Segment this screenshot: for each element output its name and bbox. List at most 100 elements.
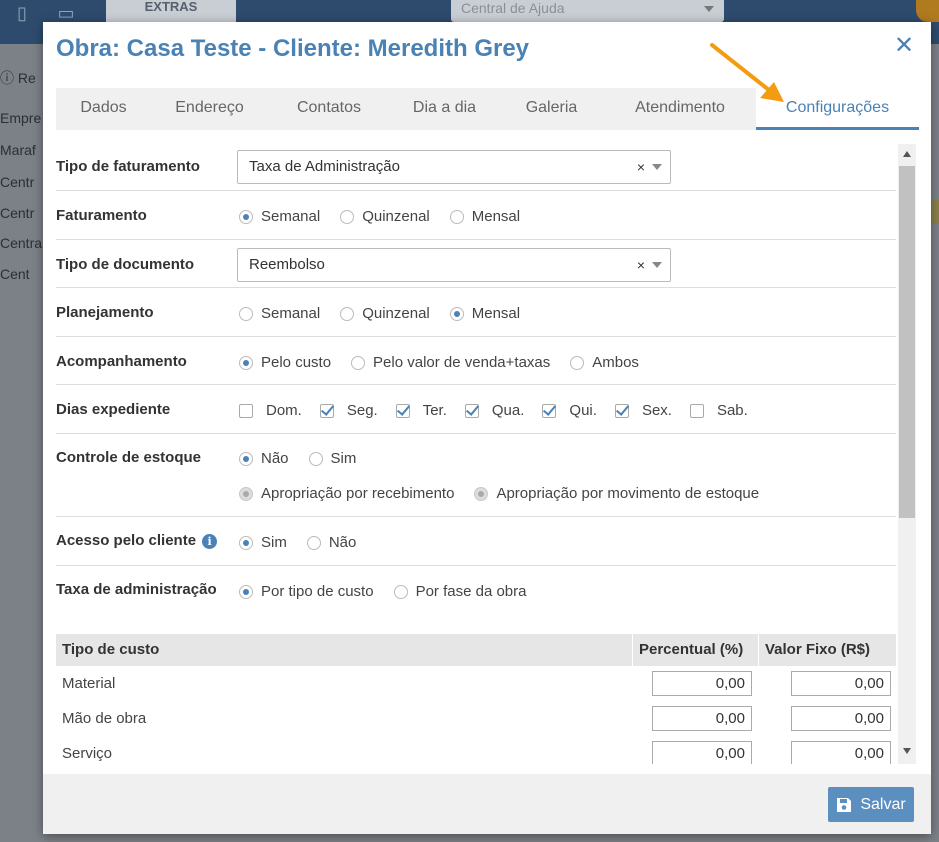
tab-contatos[interactable]: Contatos [268, 88, 390, 130]
radio-option[interactable]: Semanal [239, 208, 320, 225]
percentual-input[interactable]: 0,00 [652, 671, 752, 696]
radio-button[interactable] [449, 306, 464, 321]
day-option[interactable]: Ter. [395, 402, 447, 419]
day-option[interactable]: Qui. [542, 402, 597, 419]
field-label-text: Acesso pelo cliente [56, 532, 197, 549]
radio-option[interactable]: Pelo custo [239, 354, 331, 371]
background-sidebar: ⓘ Re Empre Maraf Centr Centr Centra Cent [0, 44, 44, 842]
tipo-documento-select[interactable]: Reembolso × [237, 248, 671, 282]
day-checkbox[interactable] [689, 403, 704, 418]
radio-option[interactable]: Pelo valor de venda+taxas [351, 354, 550, 371]
radio-option: Apropriação por recebimento [239, 485, 454, 502]
column-header: Tipo de custo [56, 634, 633, 666]
radio-option[interactable]: Por tipo de custo [239, 583, 374, 600]
radio-label: Pelo valor de venda+taxas [373, 354, 551, 371]
radio-option[interactable]: Quinzenal [340, 208, 430, 225]
radio-button[interactable] [340, 306, 355, 321]
scrollbar[interactable] [898, 144, 916, 764]
tab-galeria[interactable]: Galeria [499, 88, 604, 130]
radio-button[interactable] [239, 584, 253, 599]
row-acesso-cliente: 8 Acesso pelo clientei Sim Não [56, 517, 896, 566]
floppy-disk-icon [837, 797, 852, 812]
day-checkbox[interactable] [464, 403, 479, 418]
radio-button [474, 486, 489, 501]
background-item: Cent [0, 266, 30, 282]
tipo-faturamento-select[interactable]: Taxa de Administração × [237, 150, 671, 184]
radio-label: Sim [261, 534, 287, 551]
day-option[interactable]: Dom. [239, 402, 302, 419]
day-checkbox[interactable] [319, 403, 334, 418]
percentual-input[interactable]: 0,00 [652, 706, 752, 731]
row-tipo-documento: 3 Tipo de documento Reembolso × [56, 240, 896, 288]
radio-option[interactable]: Não [306, 534, 356, 551]
radio-option[interactable]: Sim [239, 534, 287, 551]
valor-fixo-input[interactable]: 0,00 [791, 706, 891, 731]
radio-button[interactable] [239, 306, 253, 321]
scroll-up-icon[interactable] [903, 151, 911, 157]
radio-option[interactable]: Sim [308, 450, 356, 467]
scroll-down-icon[interactable] [903, 748, 911, 754]
cost-type-name: Mão de obra [62, 710, 147, 727]
field-label: Taxa de administração [56, 581, 217, 598]
radio-label: Semanal [261, 208, 321, 225]
day-checkbox[interactable] [542, 403, 557, 418]
tab-dados[interactable]: Dados [56, 88, 151, 130]
radio-button[interactable] [393, 584, 408, 599]
day-option[interactable]: Seg. [319, 402, 378, 419]
day-label: Sab. [716, 402, 748, 419]
row-taxa-administracao: Taxa de administração Por tipo de custo … [56, 566, 896, 626]
table-row: Serviço 0,00 0,00 [56, 737, 896, 764]
radio-option: Apropriação por movimento de estoque [474, 485, 759, 502]
day-checkbox[interactable] [239, 403, 253, 418]
radio-option[interactable]: Ambos [570, 354, 639, 371]
radio-button[interactable] [340, 209, 355, 224]
radio-button[interactable] [449, 209, 464, 224]
day-option[interactable]: Sab. [689, 402, 748, 419]
day-checkbox[interactable] [395, 403, 410, 418]
row-tipo-faturamento: 1 Tipo de faturamento Taxa de Administra… [56, 142, 896, 191]
day-label: Seg. [346, 402, 378, 419]
radio-label: Pelo custo [261, 354, 332, 371]
radio-option[interactable]: Mensal [449, 208, 520, 225]
clear-icon[interactable]: × [637, 249, 645, 281]
radio-label: Apropriação por movimento de estoque [496, 485, 760, 502]
extras-menu: EXTRAS [106, 0, 236, 22]
radio-button[interactable] [351, 355, 366, 370]
info-icon[interactable]: i [202, 534, 218, 549]
row-acompanhamento: 5 Acompanhamento Pelo custo Pelo valor d… [56, 337, 896, 385]
radio-button[interactable] [239, 209, 253, 224]
radio-option[interactable]: Por fase da obra [393, 583, 526, 600]
radio-option[interactable]: Quinzenal [340, 305, 430, 322]
radio-button[interactable] [239, 535, 253, 550]
valor-fixo-input[interactable]: 0,00 [791, 671, 891, 696]
tab-endereco[interactable]: Endereço [151, 88, 268, 130]
day-option[interactable]: Qua. [464, 402, 524, 419]
radio-option[interactable]: Semanal [239, 305, 320, 322]
select-value: Reembolso [249, 256, 325, 273]
radio-option[interactable]: Mensal [449, 305, 521, 322]
percentual-input[interactable]: 0,00 [652, 741, 752, 764]
radio-button [239, 486, 253, 501]
radio-button[interactable] [239, 355, 253, 370]
radio-option[interactable]: Não [239, 450, 289, 467]
radio-label: Apropriação por recebimento [261, 485, 455, 502]
day-checkbox[interactable] [614, 403, 629, 418]
user-avatar [916, 0, 939, 22]
radio-button[interactable] [306, 535, 321, 550]
valor-fixo-input[interactable]: 0,00 [791, 741, 891, 764]
radio-label: Ambos [592, 354, 639, 371]
radio-label: Quinzenal [362, 208, 430, 225]
radio-button[interactable] [239, 451, 253, 466]
day-option[interactable]: Sex. [614, 402, 672, 419]
radio-button[interactable] [570, 355, 585, 370]
clear-icon[interactable]: × [637, 151, 645, 183]
modal-footer: Salvar [43, 774, 931, 834]
tab-dia-a-dia[interactable]: Dia a dia [390, 88, 499, 130]
background-item: Maraf [0, 142, 36, 158]
radio-label: Mensal [471, 305, 521, 322]
close-button[interactable]: ✕ [893, 34, 915, 58]
radio-button[interactable] [308, 451, 323, 466]
scroll-thumb[interactable] [899, 166, 915, 518]
save-button[interactable]: Salvar [828, 787, 914, 822]
field-label: Faturamento [56, 207, 147, 224]
